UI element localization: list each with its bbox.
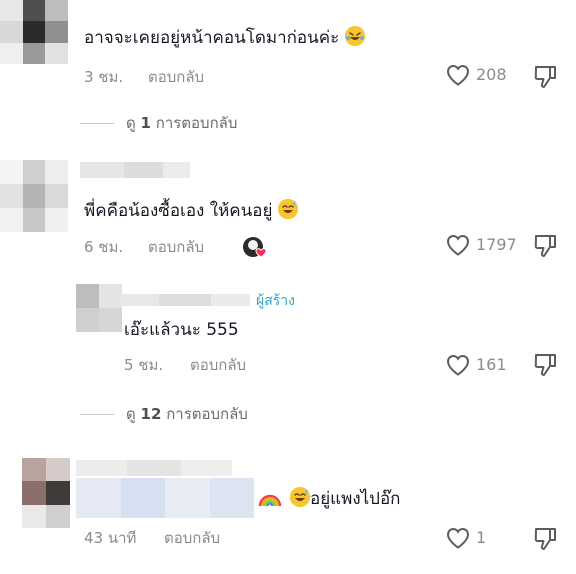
avatar[interactable] xyxy=(0,0,68,64)
sweat-smile-emoji xyxy=(290,487,310,507)
thumbs-down-icon[interactable] xyxy=(532,352,558,378)
rainbow-emoji xyxy=(258,488,282,508)
username-blurred[interactable] xyxy=(76,460,232,476)
reply-time: 5 ชม. xyxy=(124,356,164,374)
reply-button[interactable]: ตอบกลับ xyxy=(148,237,204,257)
comment-text: อยู่แพงไปอ๊ก xyxy=(290,487,400,511)
thumbs-down-icon[interactable] xyxy=(532,233,558,259)
like-button[interactable]: 161 xyxy=(446,354,507,376)
reply-button[interactable]: ตอบกลับ xyxy=(164,528,220,548)
avatar[interactable] xyxy=(22,458,70,528)
reply-button[interactable]: ตอบกลับ xyxy=(190,355,246,375)
creator-liked-badge xyxy=(242,235,268,259)
comment-time: 6 ชม. xyxy=(84,238,124,256)
like-count: 208 xyxy=(476,65,507,84)
username-blurred[interactable] xyxy=(80,162,190,178)
divider-line xyxy=(80,413,114,415)
sweat-smile-emoji xyxy=(277,199,298,219)
heart-outline-icon xyxy=(446,354,470,376)
comment-text: อาจจะเคยอยู่หน้าคอนโดมาก่อนค่ะ xyxy=(84,26,365,50)
thumbs-down-icon[interactable] xyxy=(532,526,558,552)
creator-tag: ผู้สร้าง xyxy=(256,293,295,309)
view-replies-button[interactable]: ดู 1 การตอบกลับ xyxy=(80,111,237,135)
like-count: 1 xyxy=(476,528,487,547)
creator-avatar[interactable] xyxy=(76,284,122,332)
like-button[interactable]: 1 xyxy=(446,527,486,549)
comment-time: 43 นาที xyxy=(84,529,137,547)
comment-time: 3 ชม. xyxy=(84,68,124,86)
reply-button[interactable]: ตอบกลับ xyxy=(148,67,204,87)
like-button[interactable]: 208 xyxy=(446,64,507,86)
reply-text: เอ๊ะแล้วนะ 555 xyxy=(124,320,239,340)
like-count: 161 xyxy=(476,355,507,374)
rolling-laughing-emoji xyxy=(344,26,365,46)
heart-outline-icon xyxy=(446,234,470,256)
divider-line xyxy=(80,122,114,124)
heart-outline-icon xyxy=(446,527,470,549)
thumbs-down-icon[interactable] xyxy=(532,64,558,90)
comment-text: พี่คคือน้องซื้อเอง ให้คนอยู่ xyxy=(84,199,298,223)
creator-username-blurred[interactable] xyxy=(120,294,250,306)
heart-outline-icon xyxy=(446,64,470,86)
like-count: 1797 xyxy=(476,235,517,254)
view-replies-label: ดู 1 การตอบกลับ xyxy=(126,114,238,132)
blurred-text-block xyxy=(76,478,254,518)
like-button[interactable]: 1797 xyxy=(446,234,517,256)
avatar[interactable] xyxy=(0,160,68,232)
view-replies-label: ดู 12 การตอบกลับ xyxy=(126,405,248,423)
view-replies-button[interactable]: ดู 12 การตอบกลับ xyxy=(80,402,248,426)
